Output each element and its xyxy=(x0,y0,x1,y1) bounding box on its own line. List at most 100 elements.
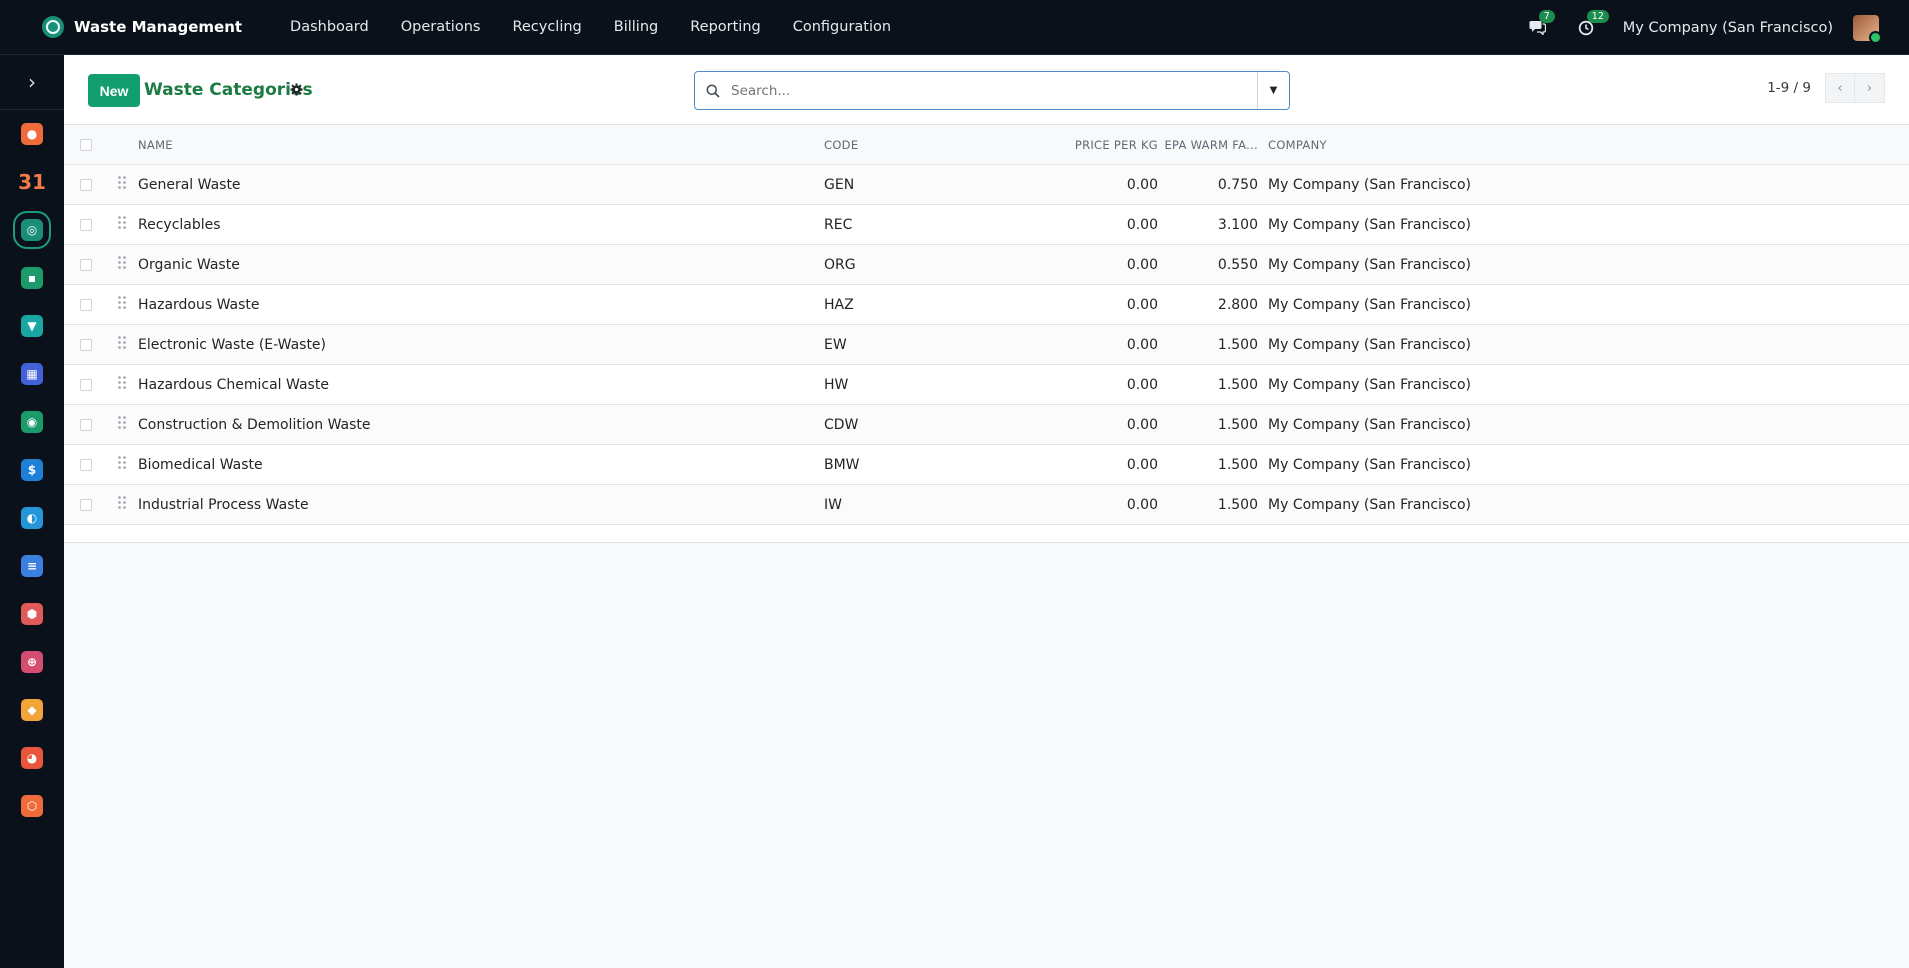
column-header-epa-warm-factor[interactable]: EPA WARM FA... xyxy=(1164,138,1266,152)
drag-handle-icon[interactable] xyxy=(104,296,138,313)
app-brand[interactable]: Waste Management xyxy=(42,16,242,38)
cell-code[interactable]: EW xyxy=(824,337,1039,353)
cell-company[interactable]: My Company (San Francisco) xyxy=(1266,377,1909,393)
row-checkbox[interactable] xyxy=(80,218,92,231)
cell-epa-warm-factor[interactable]: 1.500 xyxy=(1164,457,1266,473)
sidebar-app-expenses[interactable]: ◆ xyxy=(0,686,64,734)
sidebar-app-apps[interactable]: ⬡ xyxy=(0,782,64,830)
menu-dashboard[interactable]: Dashboard xyxy=(290,19,369,35)
drag-handle-icon[interactable] xyxy=(104,416,138,433)
row-checkbox-cell[interactable] xyxy=(64,218,104,231)
drag-handle-icon[interactable] xyxy=(104,376,138,393)
table-row[interactable]: Recyclables REC 0.00 3.100 My Company (San F… xyxy=(64,204,1909,244)
table-row[interactable]: General Waste GEN 0.00 0.750 My Company (San… xyxy=(64,164,1909,204)
row-checkbox-cell[interactable] xyxy=(64,298,104,311)
row-checkbox[interactable] xyxy=(80,418,92,431)
pager-value[interactable]: 1-9 / 9 xyxy=(1767,80,1811,96)
table-row[interactable]: Industrial Process Waste IW 0.00 1.500 My Co… xyxy=(64,484,1909,524)
table-row[interactable]: Biomedical Waste BMW 0.00 1.500 My Company (… xyxy=(64,444,1909,484)
cell-name[interactable]: Hazardous Chemical Waste xyxy=(138,377,824,393)
new-button[interactable]: New xyxy=(88,74,140,107)
menu-billing[interactable]: Billing xyxy=(614,19,658,35)
cell-name[interactable]: Recyclables xyxy=(138,217,824,233)
sidebar-app-fleet[interactable]: ⊕ xyxy=(0,638,64,686)
cell-price-per-kg[interactable]: 0.00 xyxy=(1039,297,1164,313)
sidebar-app-surveys[interactable]: ◕ xyxy=(0,734,64,782)
row-checkbox-cell[interactable] xyxy=(64,498,104,511)
table-row[interactable]: Construction & Demolition Waste CDW 0.00 1.… xyxy=(64,404,1909,444)
table-row[interactable]: Hazardous Chemical Waste HW 0.00 1.500 My Co… xyxy=(64,364,1909,404)
cell-company[interactable]: My Company (San Francisco) xyxy=(1266,497,1909,513)
messages-icon[interactable]: 7 xyxy=(1527,9,1555,39)
cell-epa-warm-factor[interactable]: 1.500 xyxy=(1164,337,1266,353)
cell-price-per-kg[interactable]: 0.00 xyxy=(1039,377,1164,393)
cell-epa-warm-factor[interactable]: 1.500 xyxy=(1164,417,1266,433)
cell-epa-warm-factor[interactable]: 0.550 xyxy=(1164,257,1266,273)
cell-name[interactable]: Construction & Demolition Waste xyxy=(138,417,824,433)
cell-name[interactable]: Electronic Waste (E-Waste) xyxy=(138,337,824,353)
cell-name[interactable]: Industrial Process Waste xyxy=(138,497,824,513)
menu-reporting[interactable]: Reporting xyxy=(690,19,761,35)
select-all-checkbox-cell[interactable] xyxy=(64,139,104,151)
pager-next-chevron-icon[interactable]: › xyxy=(1855,73,1885,103)
select-all-checkbox[interactable] xyxy=(80,139,92,151)
cell-code[interactable]: BMW xyxy=(824,457,1039,473)
row-checkbox-cell[interactable] xyxy=(64,378,104,391)
column-header-name[interactable]: NAME xyxy=(138,138,824,152)
drag-handle-icon[interactable] xyxy=(104,216,138,233)
column-header-price-per-kg[interactable]: PRICE PER KG xyxy=(1039,138,1164,152)
user-avatar[interactable] xyxy=(1853,14,1882,44)
sidebar-app-discuss[interactable]: ● xyxy=(0,110,64,158)
cell-code[interactable]: HAZ xyxy=(824,297,1039,313)
cell-company[interactable]: My Company (San Francisco) xyxy=(1266,297,1909,313)
search-options-caret-icon[interactable]: ▼ xyxy=(1257,72,1289,109)
drag-handle-icon[interactable] xyxy=(104,256,138,273)
column-header-company[interactable]: COMPANY xyxy=(1266,138,1909,152)
gear-icon[interactable] xyxy=(290,82,303,100)
row-checkbox[interactable] xyxy=(80,378,92,391)
pager-previous-chevron-icon[interactable]: ‹ xyxy=(1825,73,1855,103)
cell-code[interactable]: ORG xyxy=(824,257,1039,273)
column-header-code[interactable]: CODE xyxy=(824,138,1039,152)
menu-operations[interactable]: Operations xyxy=(401,19,481,35)
cell-code[interactable]: HW xyxy=(824,377,1039,393)
cell-price-per-kg[interactable]: 0.00 xyxy=(1039,457,1164,473)
row-checkbox[interactable] xyxy=(80,498,92,511)
cell-name[interactable]: Organic Waste xyxy=(138,257,824,273)
table-row[interactable]: Electronic Waste (E-Waste) EW 0.00 1.500 My … xyxy=(64,324,1909,364)
company-switcher[interactable]: My Company (San Francisco) xyxy=(1623,20,1833,36)
cell-company[interactable]: My Company (San Francisco) xyxy=(1266,457,1909,473)
cell-price-per-kg[interactable]: 0.00 xyxy=(1039,337,1164,353)
cell-name[interactable]: Hazardous Waste xyxy=(138,297,824,313)
cell-code[interactable]: CDW xyxy=(824,417,1039,433)
sidebar-expand-chevron-icon[interactable]: › xyxy=(0,55,64,110)
sidebar-app-contacts[interactable]: ▪ xyxy=(0,254,64,302)
row-checkbox-cell[interactable] xyxy=(64,258,104,271)
drag-handle-icon[interactable] xyxy=(104,456,138,473)
cell-name[interactable]: Biomedical Waste xyxy=(138,457,824,473)
cell-code[interactable]: GEN xyxy=(824,177,1039,193)
sidebar-app-calendar[interactable]: 31 xyxy=(0,158,64,206)
sidebar-app-dashboards[interactable]: ▦ xyxy=(0,350,64,398)
cell-code[interactable]: IW xyxy=(824,497,1039,513)
cell-company[interactable]: My Company (San Francisco) xyxy=(1266,257,1909,273)
row-checkbox-cell[interactable] xyxy=(64,458,104,471)
cell-epa-warm-factor[interactable]: 2.800 xyxy=(1164,297,1266,313)
cell-price-per-kg[interactable]: 0.00 xyxy=(1039,497,1164,513)
sidebar-app-website[interactable]: ◐ xyxy=(0,494,64,542)
row-checkbox-cell[interactable] xyxy=(64,418,104,431)
search-input[interactable] xyxy=(731,72,1257,109)
cell-epa-warm-factor[interactable]: 1.500 xyxy=(1164,497,1266,513)
cell-price-per-kg[interactable]: 0.00 xyxy=(1039,217,1164,233)
table-row[interactable]: Organic Waste ORG 0.00 0.550 My Company (San… xyxy=(64,244,1909,284)
cell-company[interactable]: My Company (San Francisco) xyxy=(1266,337,1909,353)
row-checkbox[interactable] xyxy=(80,258,92,271)
activities-icon[interactable]: 12 xyxy=(1575,9,1609,39)
sidebar-app-inventory[interactable]: ⬢ xyxy=(0,590,64,638)
cell-price-per-kg[interactable]: 0.00 xyxy=(1039,257,1164,273)
cell-company[interactable]: My Company (San Francisco) xyxy=(1266,417,1909,433)
row-checkbox-cell[interactable] xyxy=(64,178,104,191)
cell-epa-warm-factor[interactable]: 3.100 xyxy=(1164,217,1266,233)
cell-company[interactable]: My Company (San Francisco) xyxy=(1266,177,1909,193)
cell-epa-warm-factor[interactable]: 1.500 xyxy=(1164,377,1266,393)
